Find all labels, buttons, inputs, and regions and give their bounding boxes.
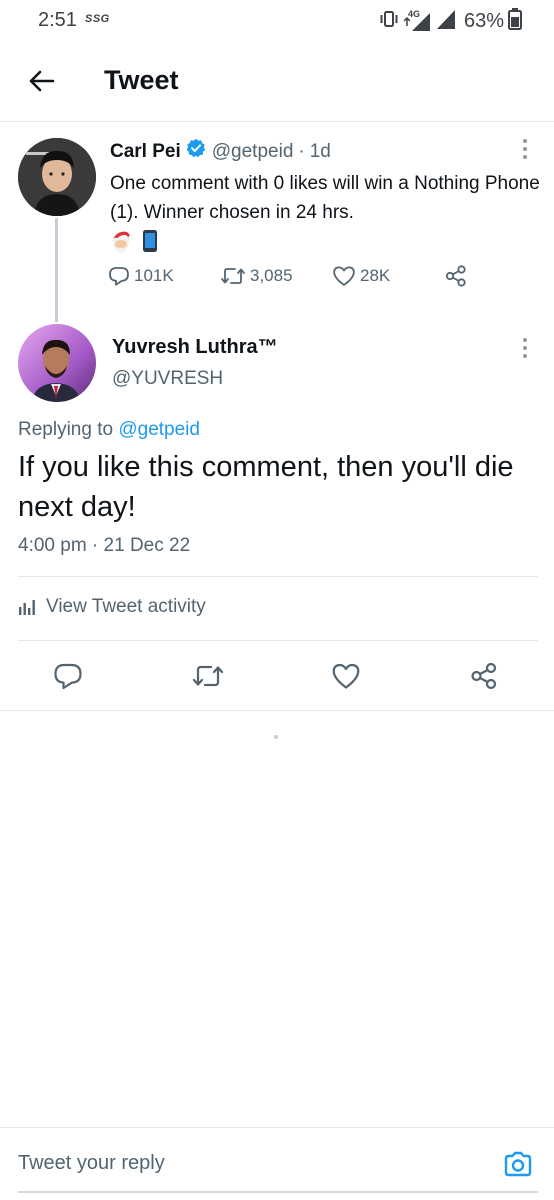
main-avatar[interactable] <box>18 324 96 402</box>
camera-icon <box>504 1151 532 1177</box>
main-tweet-text: If you like this comment, then you'll di… <box>18 451 514 523</box>
parent-tweet-text: One comment with 0 likes will win a Noth… <box>110 173 540 223</box>
thread-line <box>55 218 58 322</box>
parent-emojis <box>110 229 540 258</box>
reply-input-underline <box>18 1191 538 1193</box>
camera-button[interactable] <box>502 1148 534 1180</box>
parent-reply-count: 101K <box>134 266 174 285</box>
share-button[interactable] <box>464 656 504 696</box>
parent-meta: Carl Pei @getpeid · 1d <box>110 138 540 165</box>
verified-badge-icon <box>186 138 206 165</box>
retweet-icon <box>221 268 245 284</box>
arrow-left-icon <box>29 70 55 92</box>
parent-avatar[interactable] <box>18 138 96 216</box>
reply-icon <box>54 663 82 690</box>
status-icons: 4G 63% <box>380 8 522 35</box>
battery-percent: 63% <box>463 10 504 32</box>
reply-bar: Tweet your reply <box>0 1127 554 1193</box>
phone-emoji-icon <box>140 229 160 258</box>
main-more-options-icon[interactable] <box>515 336 535 360</box>
reply-button[interactable] <box>48 656 88 696</box>
main-author-handle[interactable]: @YUVRESH <box>112 368 223 390</box>
parent-like-button[interactable]: 28K <box>332 265 444 287</box>
parent-actions: 101K 3,085 28K <box>108 264 472 288</box>
divider <box>0 710 554 711</box>
retweet-button[interactable] <box>188 656 228 696</box>
meta-separator: · <box>298 140 305 162</box>
divider <box>18 640 538 641</box>
network-4g-icon: 4G <box>402 9 432 33</box>
parent-tweet[interactable]: Carl Pei @getpeid · 1d One comment with … <box>110 138 540 258</box>
vibrate-icon <box>380 9 398 34</box>
retweet-icon <box>192 665 224 687</box>
parent-author-name[interactable]: Carl Pei <box>110 140 181 164</box>
battery-icon <box>508 8 522 35</box>
reply-icon <box>109 267 129 286</box>
analytics-icon <box>19 600 35 615</box>
replying-to-link[interactable]: @getpeid <box>118 419 200 440</box>
share-icon <box>471 662 497 690</box>
replying-to: Replying to @getpeid <box>18 419 200 441</box>
carrier-icon: SSG <box>85 13 110 25</box>
like-button[interactable] <box>326 656 366 696</box>
signal-icon <box>436 8 456 35</box>
header: Tweet <box>0 42 554 122</box>
back-button[interactable] <box>24 64 58 98</box>
parent-retweet-count: 3,085 <box>250 266 293 285</box>
activity-label: View Tweet activity <box>46 596 206 617</box>
view-tweet-activity-link[interactable]: View Tweet activity <box>18 596 206 618</box>
parent-share-button[interactable] <box>444 264 472 288</box>
parent-like-count: 28K <box>360 266 391 285</box>
parent-more-options-icon[interactable] <box>515 137 535 161</box>
santa-emoji-icon <box>110 229 134 258</box>
parent-retweet-button[interactable]: 3,085 <box>220 265 332 287</box>
main-author-name[interactable]: Yuvresh Luthra™ <box>112 336 278 359</box>
heart-icon <box>332 663 360 689</box>
tweet-timestamp[interactable]: 4:00 pm · 21 Dec 22 <box>18 535 190 557</box>
share-icon <box>445 265 466 287</box>
loading-indicator <box>274 735 278 739</box>
reply-input[interactable]: Tweet your reply <box>18 1152 165 1175</box>
main-actions <box>0 656 554 696</box>
parent-reply-button[interactable]: 101K <box>108 265 220 287</box>
status-time: 2:51 <box>38 9 77 31</box>
divider <box>18 576 538 577</box>
status-bar: 2:51 SSG 4G 63% <box>0 0 554 42</box>
heart-icon <box>333 266 355 286</box>
parent-author-handle[interactable]: @getpeid <box>212 140 294 164</box>
replying-prefix: Replying to <box>18 419 114 440</box>
parent-tweet-age: 1d <box>309 140 331 162</box>
page-title: Tweet <box>104 65 179 95</box>
